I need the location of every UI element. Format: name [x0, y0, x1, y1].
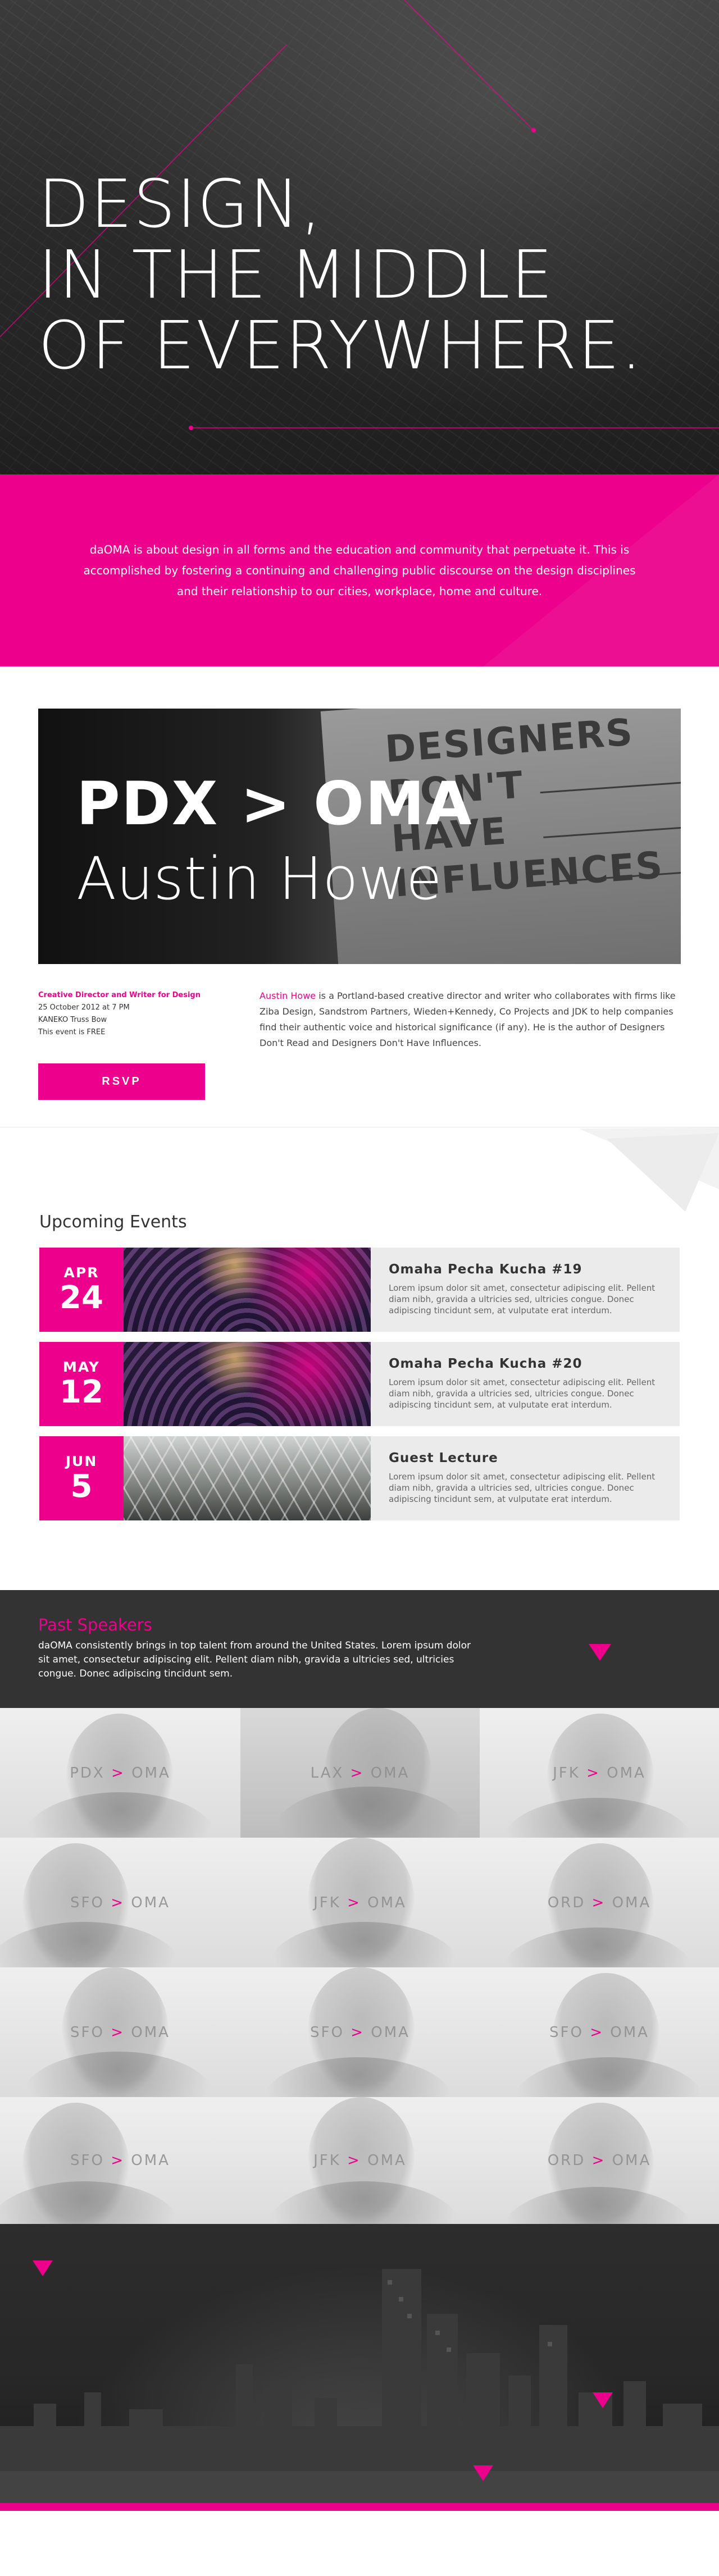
- past-speakers-text: daOMA consistently brings in top talent …: [38, 1640, 471, 1679]
- featured-event-section: DESIGNERS DON'T HAVE INFLUENCES PDX > OM…: [0, 666, 719, 1127]
- speaker-route-label: SFO > OMA: [70, 2152, 170, 2169]
- speaker-route-label: JFK > OMA: [313, 1894, 407, 1911]
- speaker-route-label: PDX > OMA: [70, 1764, 171, 1782]
- event-info: Omaha Pecha Kucha #20 Lorem ipsum dolor …: [371, 1342, 680, 1426]
- event-description: Lorem ipsum dolor sit amet, consectetur …: [389, 1283, 656, 1316]
- speaker-photo-body: [502, 2187, 693, 2224]
- past-speakers-grid: PDX > OMA LAX > OMA JFK > OMA SFO > OMA …: [0, 1708, 719, 2224]
- event-month: APR: [63, 1264, 99, 1281]
- event-photo: [124, 1436, 371, 1520]
- upcoming-events-section: Upcoming Events APR 24 Omaha Pecha Kucha…: [0, 1211, 719, 1590]
- upcoming-events-heading: Upcoming Events: [39, 1212, 187, 1232]
- speaker-tile[interactable]: SFO > OMA: [480, 1967, 719, 2097]
- event-info: Omaha Pecha Kucha #19 Lorem ipsum dolor …: [371, 1248, 680, 1332]
- triangle-down-icon[interactable]: [589, 1644, 611, 1661]
- featured-event-title: PDX > OMA: [76, 769, 473, 838]
- speaker-route-label: SFO > OMA: [70, 2024, 170, 2041]
- speaker-bio-link[interactable]: Austin Howe: [260, 990, 316, 1001]
- city-skyline-footer: [0, 2224, 719, 2511]
- speaker-photo-body: [513, 2057, 704, 2097]
- hero-headline: DESIGN, IN THE MIDDLE OF EVERYWHERE.: [38, 168, 643, 381]
- triangle-down-icon: [473, 2465, 493, 2481]
- event-title[interactable]: Omaha Pecha Kucha #20: [389, 1356, 662, 1371]
- speaker-tile[interactable]: JFK > OMA: [480, 1708, 719, 1838]
- event-description: Lorem ipsum dolor sit amet, consectetur …: [389, 1377, 656, 1410]
- event-meta: Creative Director and Writer for Design …: [38, 989, 224, 1039]
- event-photo: [124, 1248, 371, 1332]
- section-divider: [0, 1127, 719, 1211]
- event-price: This event is FREE: [38, 1028, 106, 1036]
- footer-accent-bar: [0, 2503, 719, 2511]
- event-day: 24: [60, 1279, 103, 1316]
- speaker-route-label: JFK > OMA: [313, 2152, 407, 2169]
- event-month: MAY: [63, 1358, 100, 1375]
- event-month: JUN: [65, 1453, 98, 1469]
- speaker-tile[interactable]: JFK > OMA: [240, 1838, 480, 1967]
- past-speakers-header: Past Speakers daOMA consistently brings …: [0, 1590, 719, 1708]
- event-card[interactable]: APR 24 Omaha Pecha Kucha #19 Lorem ipsum…: [39, 1248, 680, 1332]
- sign-word: DESIGNERS: [384, 710, 635, 771]
- speaker-photo-body: [274, 1787, 465, 1838]
- speaker-photo-body: [22, 2052, 213, 2097]
- event-date: 25 October 2012 at 7 PM: [38, 1003, 130, 1012]
- triangle-down-icon: [593, 2392, 613, 2408]
- speaker-bio: Austin Howe is a Portland-based creative…: [260, 988, 678, 1051]
- mission-decor-triangle: [483, 474, 719, 666]
- event-date-block: APR 24: [39, 1248, 124, 1332]
- speaker-route-label: SFO > OMA: [70, 1894, 170, 1911]
- hero-line-2: IN THE MIDDLE: [38, 236, 554, 313]
- speaker-photo-body: [269, 1922, 459, 1967]
- hero-section: DESIGN, IN THE MIDDLE OF EVERYWHERE.: [0, 0, 719, 474]
- event-day: 5: [70, 1468, 93, 1505]
- speaker-tile[interactable]: ORD > OMA: [480, 2097, 719, 2224]
- speaker-photo-body: [263, 2057, 454, 2097]
- featured-event-details: Creative Director and Writer for Design …: [38, 989, 681, 1127]
- sign-rule: [543, 825, 681, 838]
- speaker-tile[interactable]: JFK > OMA: [240, 2097, 480, 2224]
- featured-speaker-name: Austin Howe: [76, 844, 442, 913]
- event-card[interactable]: JUN 5 Guest Lecture Lorem ipsum dolor si…: [39, 1436, 680, 1520]
- event-venue: KANEKO Truss Bow: [38, 1016, 107, 1024]
- event-date-block: MAY 12: [39, 1342, 124, 1426]
- event-info: Guest Lecture Lorem ipsum dolor sit amet…: [371, 1436, 680, 1520]
- event-description: Lorem ipsum dolor sit amet, consectetur …: [389, 1472, 656, 1504]
- speaker-tile[interactable]: LAX > OMA: [240, 1708, 480, 1838]
- city-skyline-image: [0, 2269, 719, 2511]
- event-day: 12: [60, 1373, 103, 1410]
- event-photo: [124, 1342, 371, 1426]
- speaker-photo-body: [269, 2181, 459, 2224]
- speaker-tile[interactable]: SFO > OMA: [0, 2097, 240, 2224]
- speaker-photo-body: [502, 1928, 693, 1967]
- past-speakers-heading: Past Speakers: [38, 1615, 152, 1634]
- speaker-photo-body: [25, 1792, 216, 1838]
- featured-event-banner: DESIGNERS DON'T HAVE INFLUENCES PDX > OM…: [38, 709, 681, 964]
- rsvp-button[interactable]: RSVP: [38, 1063, 205, 1100]
- paper-plane-decor: [579, 1127, 719, 1211]
- sign-rule: [540, 780, 681, 794]
- hero-line-3: OF EVERYWHERE.: [38, 307, 643, 384]
- speaker-tile[interactable]: SFO > OMA: [0, 1838, 240, 1967]
- event-date-block: JUN 5: [39, 1436, 124, 1520]
- event-card[interactable]: MAY 12 Omaha Pecha Kucha #20 Lorem ipsum…: [39, 1342, 680, 1426]
- mission-section: daOMA is about design in all forms and t…: [0, 474, 719, 666]
- speaker-photo-body: [502, 1798, 693, 1838]
- speaker-bio-text: is a Portland-based creative director an…: [260, 990, 676, 1048]
- speaker-tile[interactable]: SFO > OMA: [240, 1967, 480, 2097]
- speaker-tile[interactable]: SFO > OMA: [0, 1967, 240, 2097]
- event-title[interactable]: Omaha Pecha Kucha #19: [389, 1262, 662, 1277]
- speaker-route-label: LAX > OMA: [310, 1764, 410, 1782]
- event-title[interactable]: Guest Lecture: [389, 1451, 662, 1465]
- hero-line-1: DESIGN,: [38, 165, 323, 243]
- speaker-tile[interactable]: ORD > OMA: [480, 1838, 719, 1967]
- speaker-route-label: ORD > OMA: [547, 1894, 652, 1911]
- speaker-role: Creative Director and Writer for Design: [38, 991, 201, 999]
- speaker-route-label: JFK > OMA: [553, 1764, 646, 1782]
- speaker-route-label: ORD > OMA: [547, 2152, 652, 2169]
- speaker-route-label: SFO > OMA: [310, 2024, 410, 2041]
- speaker-tile[interactable]: PDX > OMA: [0, 1708, 240, 1838]
- triangle-down-icon: [33, 2260, 53, 2276]
- speaker-route-label: SFO > OMA: [549, 2024, 649, 2041]
